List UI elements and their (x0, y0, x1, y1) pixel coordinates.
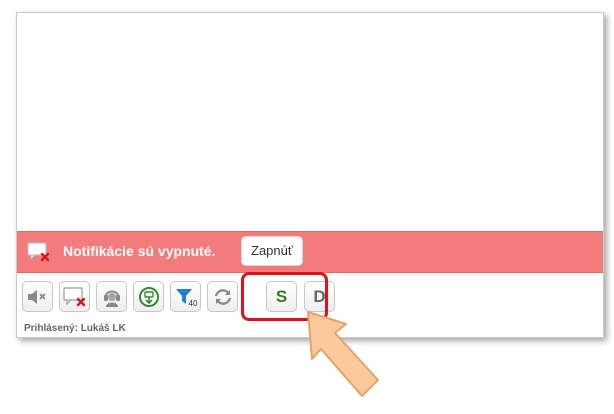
notification-text: Notifikácie sú vypnuté. (63, 243, 216, 259)
enable-notifications-button[interactable]: Zapnúť (241, 236, 303, 266)
refresh-button[interactable] (207, 281, 238, 312)
content-area (17, 13, 603, 231)
download-button[interactable] (133, 281, 164, 312)
notification-bar: Notifikácie sú vypnuté. Zapnúť (17, 231, 603, 273)
agent-button[interactable] (96, 281, 127, 312)
filter-button[interactable]: 40 (170, 281, 201, 312)
refresh-icon (212, 286, 234, 308)
circle-download-icon (138, 286, 160, 308)
message-x-icon (62, 286, 87, 308)
filter-icon: 40 (174, 286, 198, 308)
mute-button[interactable] (22, 281, 53, 312)
pointer-arrow-icon (300, 306, 390, 411)
message-off-icon (27, 241, 51, 263)
speaker-mute-icon (26, 287, 50, 307)
logged-in-status: Prihlásený: Lukáš LK (24, 323, 126, 334)
headset-agent-icon (101, 286, 123, 308)
filter-badge: 40 (188, 298, 198, 308)
notifications-off-button[interactable] (59, 281, 90, 312)
